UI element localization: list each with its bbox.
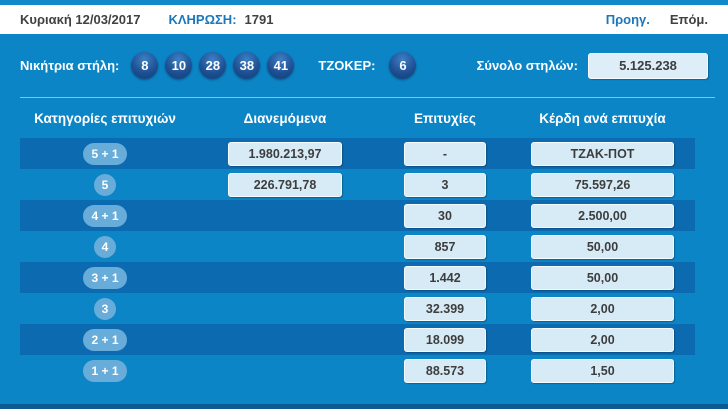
table-row: 5 226.791,78 3 75.597,26 [20, 169, 695, 200]
winning-numbers-row: Νικήτρια στήλη: 8 10 28 38 41 ΤΖΟΚΕΡ: 6 Σύνο… [0, 34, 728, 97]
category-badge: 5 [94, 174, 117, 196]
table-row: 3 + 1 1.442 50,00 [20, 262, 695, 293]
draw-header: Κυριακή 12/03/2017 ΚΛΗΡΩΣΗ: 1791 Προηγ. … [0, 5, 728, 34]
prize-value: 1,50 [531, 359, 674, 383]
tzoker-results-widget: Κυριακή 12/03/2017 ΚΛΗΡΩΣΗ: 1791 Προηγ. … [0, 0, 728, 409]
category-badge: 3 [94, 298, 117, 320]
total-columns-label: Σύνολο στηλών: [477, 58, 578, 73]
previous-draw-link[interactable]: Προηγ. [606, 12, 650, 27]
lottery-ball: 8 [131, 52, 158, 79]
joker-label: ΤΖΟΚΕΡ: [318, 58, 375, 73]
category-badge: 2 + 1 [83, 329, 126, 351]
total-columns-value: 5.125.238 [588, 53, 708, 79]
table-row: 4 + 1 30 2.500,00 [20, 200, 695, 231]
winners-value: 18.099 [404, 328, 486, 352]
header-winners: Επιτυχίες [414, 111, 476, 126]
joker-ball: 6 [389, 52, 416, 79]
prize-value: 50,00 [531, 266, 674, 290]
prize-value: ΤΖΑΚ-ΠΟΤ [531, 142, 674, 166]
lottery-ball: 10 [165, 52, 192, 79]
table-row: 2 + 1 18.099 2,00 [20, 324, 695, 355]
distributed-value: 226.791,78 [228, 173, 342, 197]
table-row: 5 + 1 1.980.213,97 - ΤΖΑΚ-ΠΟΤ [20, 138, 695, 169]
lottery-ball: 38 [233, 52, 260, 79]
category-badge: 5 + 1 [83, 143, 126, 165]
prize-value: 75.597,26 [531, 173, 674, 197]
lottery-ball: 41 [267, 52, 294, 79]
draw-number: 1791 [245, 12, 274, 27]
winning-balls: 8 10 28 38 41 [131, 52, 294, 79]
category-badge: 4 [94, 236, 117, 258]
winning-column-label: Νικήτρια στήλη: [20, 58, 119, 73]
header-prize-per-winner: Κέρδη ανά επιτυχία [539, 111, 665, 126]
winners-value: 30 [404, 204, 486, 228]
prize-value: 50,00 [531, 235, 674, 259]
winners-value: 32.399 [404, 297, 486, 321]
winners-value: 857 [404, 235, 486, 259]
table-row: 4 857 50,00 [20, 231, 695, 262]
prize-value: 2,00 [531, 297, 674, 321]
results-table-header: Κατηγορίες επιτυχιών Διανεμόμενα Επιτυχί… [20, 98, 695, 138]
prize-value: 2,00 [531, 328, 674, 352]
distributed-value: 1.980.213,97 [228, 142, 342, 166]
table-row: 1 + 1 88.573 1,50 [20, 355, 695, 386]
draw-date: Κυριακή 12/03/2017 [20, 12, 140, 27]
winners-value: 3 [404, 173, 486, 197]
results-table: Κατηγορίες επιτυχιών Διανεμόμενα Επιτυχί… [20, 98, 695, 386]
draw-label: ΚΛΗΡΩΣΗ: [168, 12, 236, 27]
category-badge: 1 + 1 [83, 360, 126, 382]
results-rows: 5 + 1 1.980.213,97 - ΤΖΑΚ-ΠΟΤ 5 226.791,78 3 75… [20, 138, 695, 386]
category-badge: 3 + 1 [83, 267, 126, 289]
header-distributed: Διανεμόμενα [244, 111, 327, 126]
category-badge: 4 + 1 [83, 205, 126, 227]
winners-value: 88.573 [404, 359, 486, 383]
winners-value: 1.442 [404, 266, 486, 290]
header-categories: Κατηγορίες επιτυχιών [34, 111, 176, 126]
bottom-bar [0, 404, 728, 409]
winners-value: - [404, 142, 486, 166]
lottery-ball: 28 [199, 52, 226, 79]
prize-value: 2.500,00 [531, 204, 674, 228]
table-row: 3 32.399 2,00 [20, 293, 695, 324]
next-draw-link[interactable]: Επόμ. [670, 12, 708, 27]
